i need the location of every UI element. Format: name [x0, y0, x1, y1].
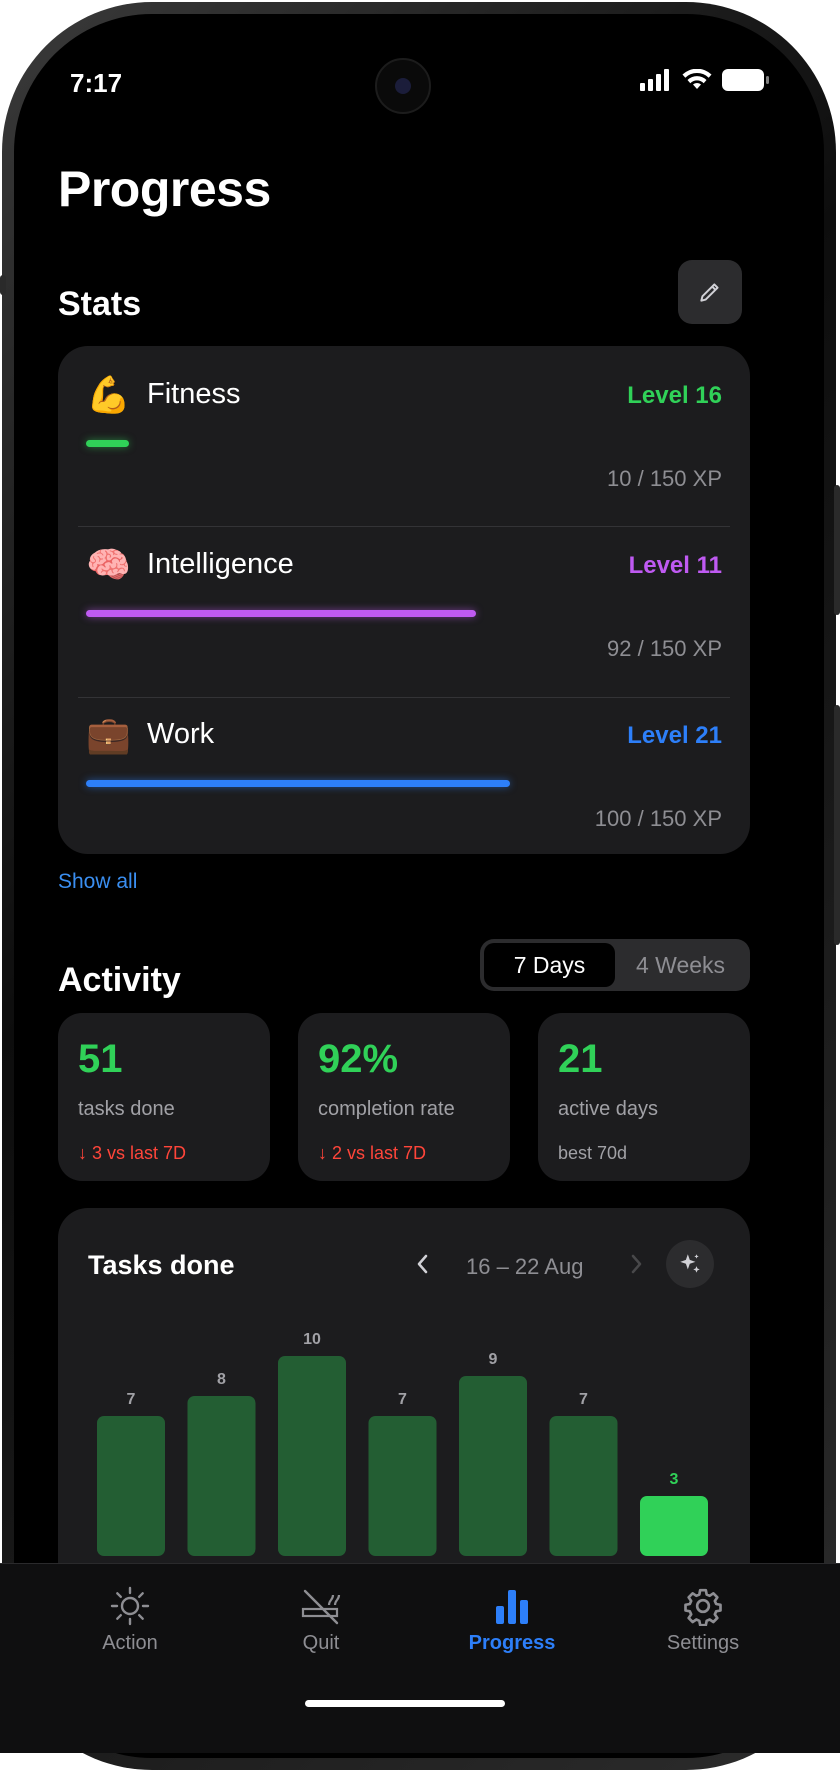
stat-card-value: 51: [78, 1037, 123, 1081]
activity-title: Activity: [58, 961, 181, 999]
chart-bar[interactable]: [278, 1356, 346, 1556]
stat-progress-fill: [86, 610, 476, 617]
tab-label: Settings: [666, 1632, 740, 1654]
ai-insights-button[interactable]: [666, 1240, 714, 1288]
stat-card-label: active days: [558, 1098, 659, 1120]
edit-stats-button[interactable]: [678, 260, 742, 324]
stat-progress-fill: [86, 440, 129, 447]
date-range: 16 – 22 Aug: [466, 1254, 584, 1279]
chart-value-label: 10: [303, 1331, 321, 1348]
battery-icon: [722, 69, 769, 91]
brain-icon: 🧠: [86, 545, 131, 586]
tab-label: Quit: [302, 1632, 340, 1654]
stat-card-value: 92%: [318, 1037, 399, 1081]
stat-card-delta: ↓ 2 vs last 7D: [318, 1143, 427, 1163]
stat-card-value: 21: [558, 1037, 603, 1081]
tab-action[interactable]: Action: [50, 1584, 210, 1655]
chart-bar[interactable]: [549, 1416, 618, 1556]
no-smoking-icon: [241, 1584, 401, 1628]
stat-card-delta: best 70d: [558, 1143, 628, 1163]
stat-card-active-days[interactable]: 21 active days best 70d: [538, 1013, 750, 1181]
side-button: [834, 485, 840, 615]
chart-value-label: 7: [579, 1391, 588, 1408]
stat-progress-bar: [86, 440, 722, 447]
tab-progress[interactable]: Progress: [432, 1584, 592, 1655]
chart-value-label: 8: [217, 1371, 226, 1388]
stats-card: 💪 Fitness Level 16 10 / 150 XP 🧠 Intelli…: [58, 346, 750, 854]
tab-label: Progress: [468, 1632, 556, 1654]
chevron-left-icon: [417, 1254, 428, 1274]
stat-level: Level 16: [627, 382, 722, 409]
chart-value-label: 9: [489, 1351, 498, 1368]
chart-value-label: 7: [398, 1391, 407, 1408]
tab-settings[interactable]: Settings: [623, 1584, 783, 1655]
side-button: [834, 705, 840, 945]
signal-icon: [640, 69, 669, 91]
camera-island: [375, 58, 431, 114]
stat-row-fitness[interactable]: 💪 Fitness Level 16 10 / 150 XP: [58, 346, 750, 514]
prev-week-button[interactable]: [413, 1250, 433, 1285]
wifi-icon: [682, 69, 712, 89]
home-indicator: [305, 1700, 505, 1707]
side-button: [0, 275, 6, 295]
chart-bar[interactable]: [459, 1376, 527, 1556]
stat-level: Level 11: [628, 552, 722, 579]
stat-xp: 100 / 150 XP: [594, 806, 722, 831]
stat-card-completion-rate[interactable]: 92% completion rate ↓ 2 vs last 7D: [298, 1013, 510, 1181]
status-icons: [640, 68, 770, 92]
chart-title: Tasks done: [88, 1250, 235, 1280]
period-segmented-control: 7 Days 4 Weeks: [480, 939, 750, 991]
tab-bar: Action Quit Progress Settings: [0, 1563, 840, 1753]
stat-level: Level 21: [627, 722, 722, 749]
stat-name: Fitness: [147, 378, 241, 410]
tab-label: Action: [102, 1632, 158, 1654]
chevron-right-icon: [631, 1254, 642, 1274]
stat-xp: 92 / 150 XP: [607, 636, 722, 661]
stat-card-label: tasks done: [78, 1098, 175, 1120]
stats-title: Stats: [58, 285, 142, 323]
stat-row-work[interactable]: 💼 Work Level 21 100 / 150 XP: [58, 686, 750, 854]
stat-row-intelligence[interactable]: 🧠 Intelligence Level 11 92 / 150 XP: [58, 516, 750, 684]
chart-bar[interactable]: [368, 1416, 437, 1556]
chart-value-label: 7: [127, 1391, 136, 1408]
stat-progress-bar: [86, 780, 722, 787]
flexed-biceps-icon: 💪: [86, 375, 131, 416]
stat-name: Work: [147, 718, 215, 750]
tab-quit[interactable]: Quit: [241, 1584, 401, 1655]
chart-bar[interactable]: [97, 1416, 165, 1556]
pencil-icon: [700, 283, 719, 302]
gear-icon: [623, 1584, 783, 1628]
stat-card-delta: ↓ 3 vs last 7D: [78, 1143, 187, 1163]
show-all-link[interactable]: Show all: [58, 870, 137, 894]
bar-chart-icon: [432, 1584, 592, 1628]
briefcase-icon: 💼: [86, 715, 131, 756]
chart-bar[interactable]: [640, 1496, 708, 1556]
segment-4-weeks[interactable]: 4 Weeks: [615, 943, 746, 987]
next-week-button[interactable]: [626, 1250, 646, 1285]
stat-xp: 10 / 150 XP: [607, 466, 722, 491]
chart-bar[interactable]: [187, 1396, 256, 1556]
sun-icon: [50, 1584, 210, 1628]
stat-progress-bar: [86, 610, 722, 617]
stat-name: Intelligence: [147, 548, 294, 580]
page-title: Progress: [58, 161, 271, 217]
segment-7-days[interactable]: 7 Days: [484, 943, 615, 987]
stat-card-tasks-done[interactable]: 51 tasks done ↓ 3 vs last 7D: [58, 1013, 270, 1181]
chart-value-label: 3: [670, 1471, 679, 1488]
status-time: 7:17: [70, 68, 123, 98]
stat-progress-fill: [86, 780, 511, 787]
stat-card-label: completion rate: [318, 1098, 455, 1120]
sparkles-icon: [680, 1254, 700, 1273]
